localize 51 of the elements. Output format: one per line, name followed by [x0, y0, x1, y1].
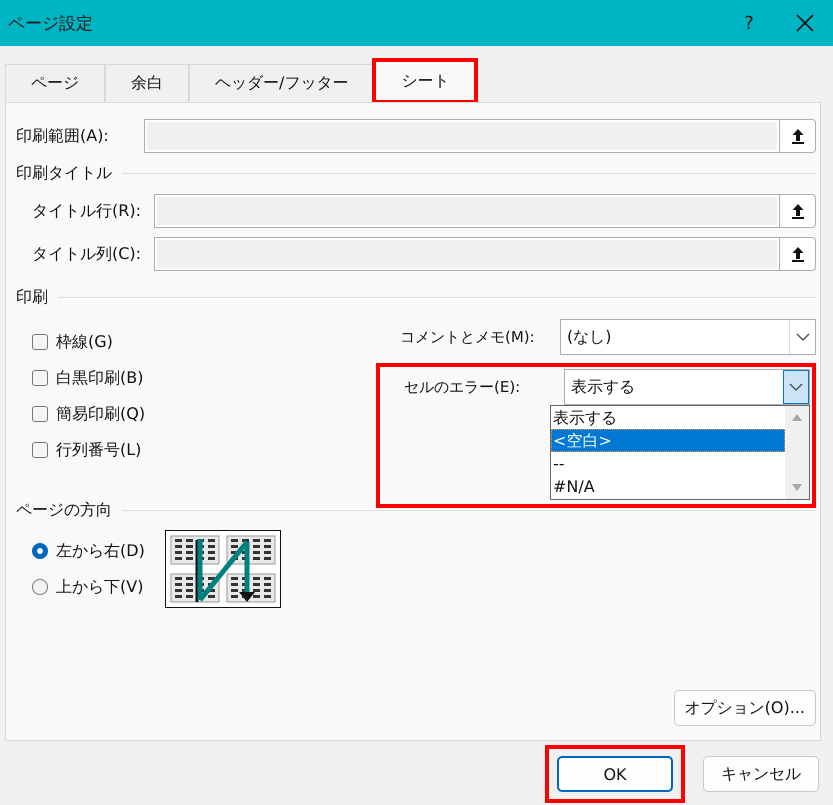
input-field[interactable]	[154, 194, 780, 228]
input-field[interactable]	[154, 237, 780, 271]
checkbox-label[interactable]: 枠線(G)	[56, 332, 113, 352]
chevron-down-icon	[796, 333, 810, 341]
tab[interactable]: ページ	[5, 64, 105, 102]
list-option[interactable]: #N/A	[551, 475, 785, 498]
scrollbar[interactable]	[785, 406, 809, 499]
close-icon	[796, 14, 814, 32]
scroll-down-icon[interactable]	[791, 483, 803, 493]
radio-button[interactable]	[32, 543, 48, 559]
list-option[interactable]: 表示する	[551, 406, 785, 429]
field-label: 印刷範囲(A):	[16, 126, 110, 146]
upload-arrow-icon	[790, 246, 804, 262]
checkbox[interactable]	[32, 442, 48, 458]
input-field[interactable]	[144, 119, 780, 153]
checkbox-label[interactable]: 簡易印刷(Q)	[56, 404, 146, 424]
radio-label[interactable]: 左から右(D)	[56, 540, 145, 562]
upload-arrow-icon	[790, 128, 804, 144]
scroll-up-icon[interactable]	[791, 412, 803, 422]
field-label: タイトル行(R):	[32, 200, 142, 222]
checkbox[interactable]	[32, 334, 48, 350]
options-button[interactable]: オプション(O)...	[674, 690, 816, 726]
radio-label[interactable]: 上から下(V)	[56, 576, 144, 598]
help-button[interactable]: ?	[721, 0, 777, 46]
checkbox[interactable]	[32, 406, 48, 422]
dropdown-arrow-button[interactable]	[783, 370, 809, 404]
checkbox-label[interactable]: 白黒印刷(B)	[56, 368, 144, 388]
tab[interactable]: ヘッダー/フッター	[189, 64, 374, 102]
collapse-button[interactable]	[780, 237, 816, 271]
checkbox-label[interactable]: 行列番号(L)	[56, 440, 142, 460]
field-label: コメントとメモ(M):	[399, 328, 536, 346]
dialog-button[interactable]: キャンセル	[703, 756, 819, 792]
dropdown[interactable]: (なし)	[560, 319, 816, 355]
chevron-down-icon	[789, 383, 803, 391]
upload-arrow-icon	[790, 203, 804, 219]
field-label: タイトル列(C):	[32, 244, 142, 264]
checkbox[interactable]	[32, 370, 48, 386]
tab[interactable]: シート	[374, 60, 476, 102]
window-title: ページ設定	[8, 12, 93, 34]
list-option[interactable]: --	[551, 452, 785, 475]
radio-button[interactable]	[32, 579, 48, 595]
collapse-button[interactable]	[780, 119, 816, 153]
dropdown[interactable]: 表示する	[564, 369, 810, 405]
list-option[interactable]: <空白>	[551, 429, 785, 452]
field-label: セルのエラー(E):	[403, 378, 522, 396]
section-heading: ページの方向	[16, 500, 112, 520]
section-heading: 印刷	[16, 286, 48, 308]
tab[interactable]: 余白	[105, 64, 189, 102]
section-heading: 印刷タイトル	[16, 162, 112, 184]
collapse-button[interactable]	[780, 194, 816, 228]
dialog-button[interactable]: OK	[557, 756, 673, 792]
